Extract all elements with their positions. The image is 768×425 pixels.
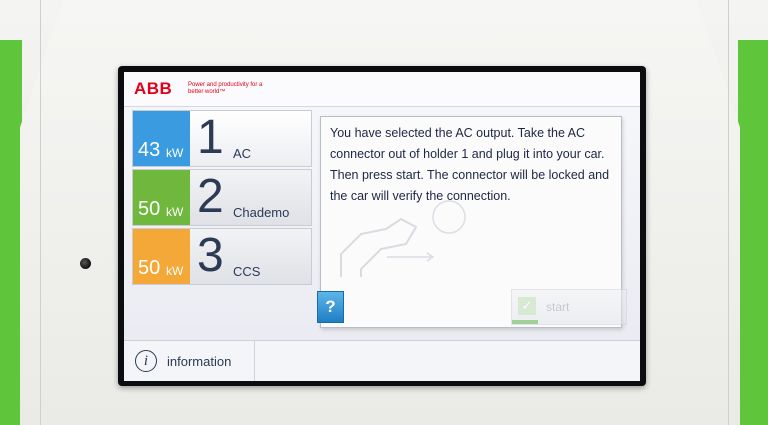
green-trim-right	[738, 40, 768, 425]
information-button[interactable]: i information	[124, 341, 255, 381]
power-unit: kW	[166, 146, 184, 160]
power-unit: kW	[166, 264, 184, 278]
output-name: Chademo	[233, 205, 290, 220]
instruction-text: You have selected the AC output. Take th…	[330, 126, 610, 203]
touch-screen: ABB Power and productivity for a better …	[124, 72, 640, 381]
output-option-ac[interactable]: 43 kW 1 AC	[132, 110, 312, 167]
power-value: 50	[138, 198, 161, 220]
abb-logo: ABB	[134, 79, 173, 98]
connector-illustration-icon	[340, 200, 466, 277]
camera-sensor	[80, 258, 91, 269]
output-number: 1	[197, 111, 224, 164]
instruction-dialog: You have selected the AC output. Take th…	[317, 116, 627, 328]
output-name: CCS	[233, 264, 261, 279]
output-list: 43 kW 1 AC 50 kW 2 Chademo 50 kW 3 CCS	[132, 110, 312, 287]
output-option-chademo[interactable]: 50 kW 2 Chademo	[132, 169, 312, 226]
screen-footer: i information	[124, 340, 640, 381]
info-icon: i	[135, 350, 157, 372]
power-badge: 50 kW	[133, 229, 190, 284]
power-badge: 50 kW	[133, 170, 190, 225]
start-label: start	[546, 300, 570, 314]
start-indicator-bar	[512, 320, 538, 324]
power-badge: 43 kW	[133, 111, 190, 166]
panel-seam-left	[40, 0, 41, 425]
power-value: 43	[138, 139, 161, 161]
panel-seam-right	[728, 0, 729, 425]
start-button[interactable]: ✓ start	[511, 289, 627, 325]
output-name: AC	[233, 146, 252, 161]
green-trim-left	[0, 40, 22, 425]
output-option-ccs[interactable]: 50 kW 3 CCS	[132, 228, 312, 285]
help-button[interactable]: ?	[317, 291, 344, 323]
check-icon: ✓	[518, 297, 536, 315]
output-number: 2	[197, 170, 224, 223]
output-number: 3	[197, 229, 224, 282]
power-value: 50	[138, 257, 161, 279]
screen-header: ABB Power and productivity for a better …	[124, 72, 640, 107]
information-label: information	[167, 354, 232, 369]
brand-tagline: Power and productivity for a better worl…	[188, 82, 263, 95]
power-unit: kW	[166, 205, 184, 219]
